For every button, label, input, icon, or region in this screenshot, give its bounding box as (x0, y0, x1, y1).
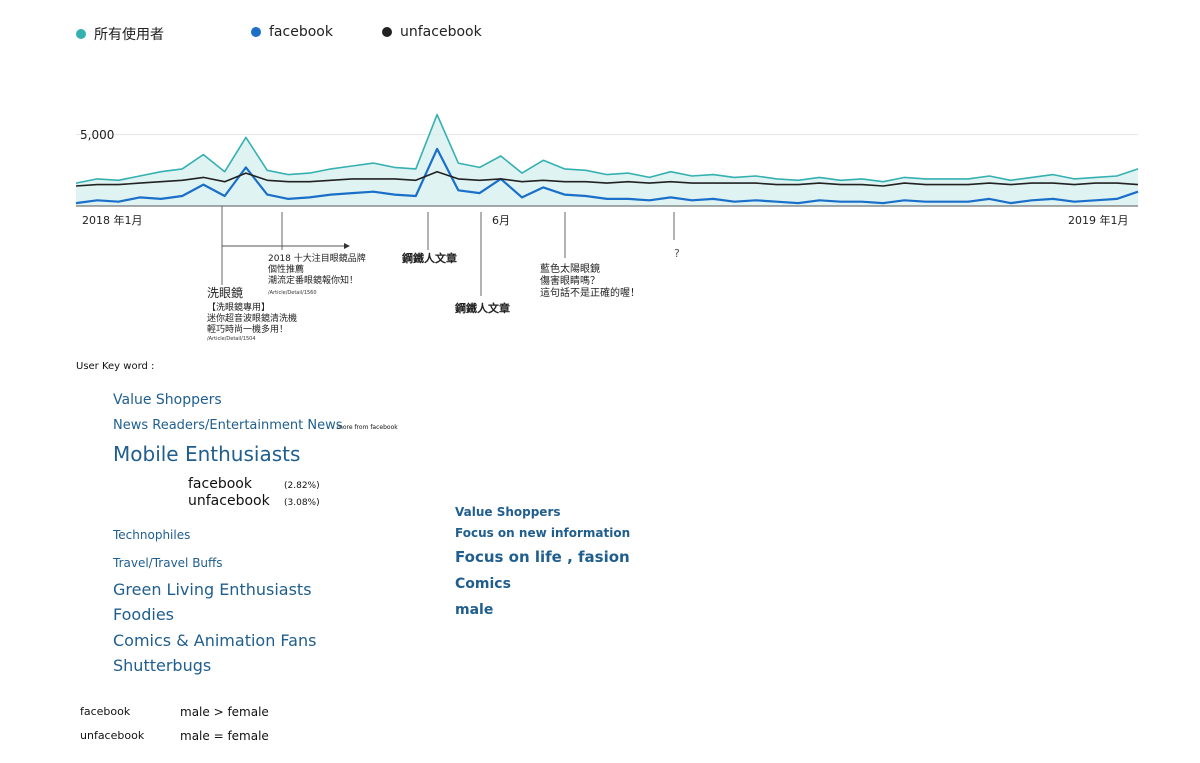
keyword-left-9: Shutterbugs (113, 656, 212, 675)
annotation-6: ? (674, 247, 680, 260)
keyword-left-1: Value Shoppers (113, 392, 222, 408)
gender-relation-facebook: male > female (180, 705, 269, 719)
gender-group-facebook: facebook (80, 705, 131, 718)
keywords-heading: User Key word : (76, 361, 155, 372)
annotation-1-title: 洗眼鏡 (207, 286, 244, 300)
annotation-5-line3: 這句話不是正確的喔！ (540, 288, 640, 299)
keyword-left-4: Technophiles (113, 528, 191, 542)
mobile-facebook-label: facebook (188, 476, 252, 492)
x-tick-label-start: 2018 年1月 (82, 214, 143, 227)
keyword-left-2: News Readers/Entertainment News (113, 418, 343, 433)
annotation-4: 鋼鐵人文章 (455, 302, 510, 315)
keyword-left-5: Travel/Travel Buffs (113, 556, 223, 570)
annotation-5-line2: 傷害眼睛嗎？ (540, 276, 600, 287)
keyword-left-3: Mobile Enthusiasts (113, 442, 301, 466)
annotation-1-path: /Article/Detail/1504 (207, 336, 256, 342)
keyword-right-5: male (455, 602, 494, 618)
y-tick-label: 5,000 (80, 128, 115, 142)
keyword-left-8: Comics & Animation Fans (113, 631, 317, 650)
annotation-1-line1: 【洗眼鏡專用】 (207, 303, 271, 313)
gender-relation-unfacebook: male = female (180, 729, 269, 743)
annotation-1-line2: 迷你超音波眼鏡清洗機 (207, 314, 298, 324)
more-from-facebook-note: more from facebook (337, 424, 398, 431)
keyword-right-3: Focus on life , fasion (455, 548, 630, 566)
keyword-right-1: Value Shoppers (455, 505, 561, 519)
annotation-1: 洗眼鏡 【洗眼鏡專用】 迷你超音波眼鏡清洗機 輕巧時尚一機多用！ /Articl… (207, 286, 298, 343)
keyword-left-7: Foodies (113, 605, 174, 624)
annotation-5-line1: 藍色太陽眼鏡 (540, 264, 600, 275)
x-tick-label-end: 2019 年1月 (1068, 214, 1129, 227)
x-tick-label-june: 6月 (492, 214, 510, 227)
mobile-facebook-pct: (2.82%) (284, 481, 320, 491)
keyword-right-2: Focus on new information (455, 526, 631, 540)
mobile-unfacebook-label: unfacebook (188, 493, 270, 509)
keyword-left-6: Green Living Enthusiasts (113, 580, 312, 599)
gender-group-unfacebook: unfacebook (80, 729, 145, 742)
mobile-unfacebook-pct: (3.08%) (284, 498, 320, 508)
arrow-head (344, 243, 350, 249)
keyword-right-4: Comics (455, 576, 511, 592)
annotation-2-line2: 個性推薦 (268, 265, 305, 275)
annotation-5: 藍色太陽眼鏡 傷害眼睛嗎？ 這句話不是正確的喔！ (540, 264, 640, 300)
annotation-1-line3: 輕巧時尚一機多用！ (207, 325, 289, 335)
annotation-2-line3: 潮流定番眼鏡報你知！ (268, 276, 359, 286)
area-all-users (76, 114, 1138, 206)
annotation-2-line1: 2018 十大注目眼鏡品牌 (268, 254, 366, 264)
annotation-3: 鋼鐵人文章 (402, 252, 457, 265)
